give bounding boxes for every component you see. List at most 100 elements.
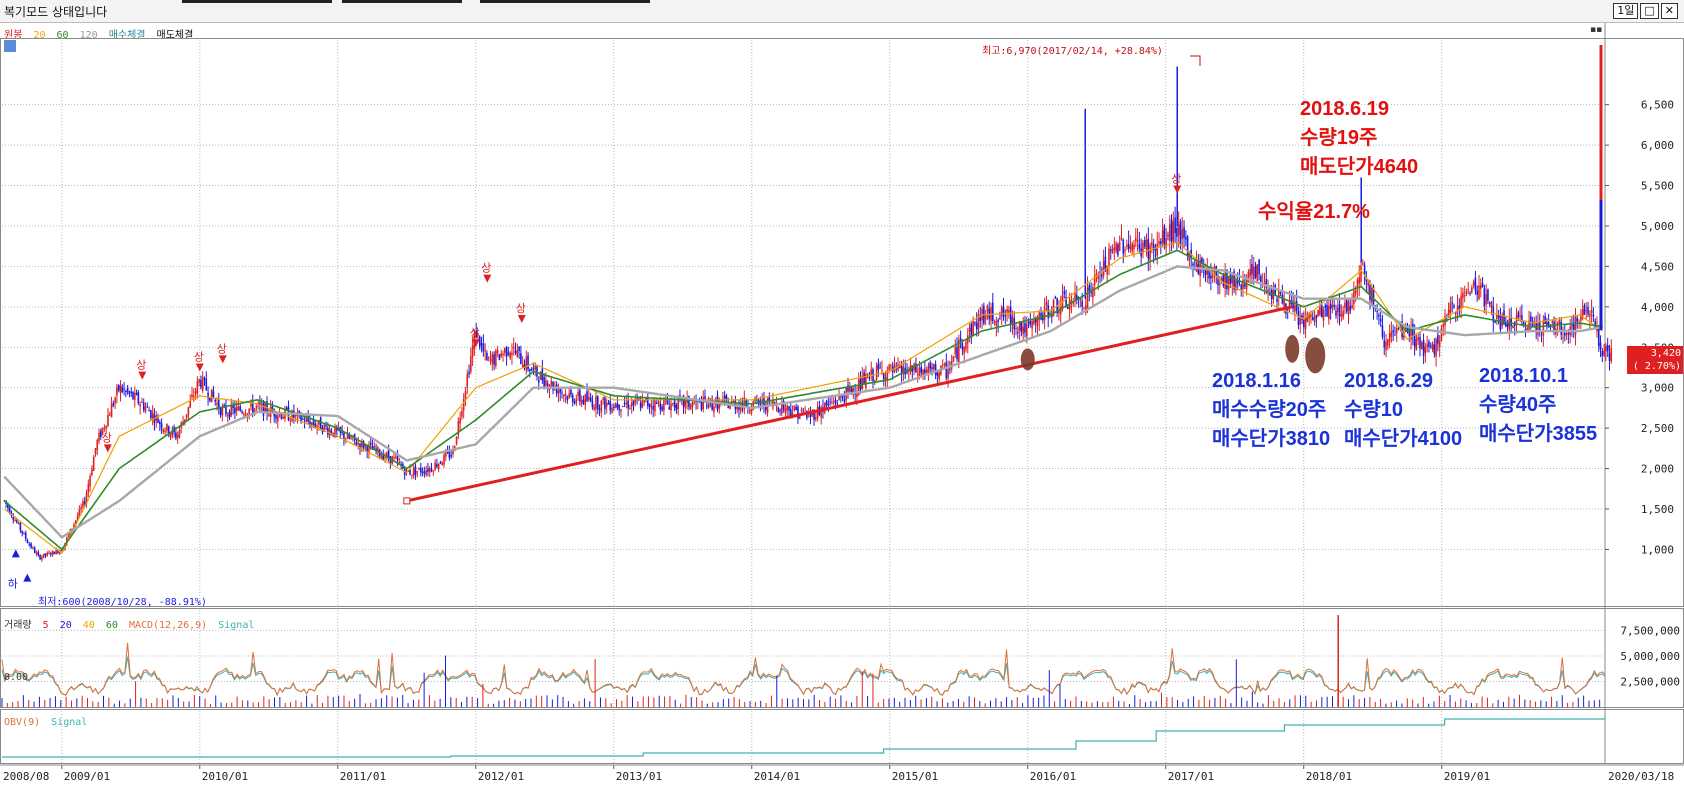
candle-body (1608, 352, 1611, 361)
candle-body (1102, 260, 1105, 276)
candle-body (566, 396, 569, 401)
y-tick-label: 6,000 (1641, 139, 1674, 152)
candle-body (1563, 332, 1566, 336)
candle-body (1610, 348, 1613, 362)
candle-body (33, 548, 36, 553)
candle-body (920, 366, 923, 373)
candle-body (19, 522, 22, 531)
candle-body (1340, 314, 1343, 317)
candle-body (1606, 345, 1609, 352)
candle-body (579, 390, 581, 402)
candle-body (1519, 315, 1521, 317)
candle-body (924, 369, 926, 374)
candle-body (1004, 315, 1007, 317)
candle-body (1383, 340, 1386, 348)
candle-body (228, 411, 231, 418)
candle-body (916, 373, 919, 376)
candle-body (573, 401, 576, 403)
candle-body (1603, 350, 1605, 356)
x-tick-label: 2015/01 (892, 770, 938, 783)
candle-body (1104, 256, 1107, 270)
candle-body (1181, 229, 1184, 240)
candle-body (938, 372, 940, 380)
candle-body (623, 403, 626, 405)
candle-body (28, 544, 31, 546)
candle-body (350, 437, 352, 439)
candle-body (35, 553, 38, 555)
x-tick-label: 2019/01 (1444, 770, 1490, 783)
candle-body (922, 370, 924, 375)
candle-body (178, 429, 181, 438)
candle-body (123, 388, 125, 390)
candle-body (1347, 301, 1350, 315)
candle-body (1063, 291, 1066, 295)
candle-body (17, 522, 20, 524)
candle-body (201, 376, 204, 391)
candle-body (466, 374, 469, 388)
candle-body (1360, 265, 1362, 282)
candle-body (126, 387, 129, 393)
candle-body (1592, 314, 1595, 317)
candle-body (1490, 302, 1493, 308)
candle-body (918, 368, 921, 378)
candle-body (491, 354, 494, 364)
candle-body (1025, 323, 1028, 337)
candle-body (141, 402, 143, 404)
candle-body (487, 357, 490, 359)
candle-body (868, 377, 871, 379)
candle-body (512, 346, 515, 349)
candle-body (941, 364, 944, 366)
candle-body (1008, 310, 1010, 313)
candle-body (427, 468, 429, 472)
candle-body (146, 406, 149, 408)
candle-body (1601, 350, 1604, 357)
candle-body (276, 415, 279, 422)
candle-body (559, 388, 562, 393)
candle-body (934, 364, 937, 375)
candle-body (289, 420, 292, 422)
candle-body (14, 520, 16, 522)
candle-body (1267, 289, 1269, 292)
candle-body (302, 418, 304, 420)
candle-body (436, 463, 438, 467)
profit-annotation: 수익율21.7% (1258, 201, 1370, 223)
candle-body (1161, 230, 1164, 243)
candle-body (1149, 245, 1151, 261)
candle-body (187, 406, 190, 415)
candle-body (1478, 285, 1480, 300)
candle-body (1442, 324, 1445, 328)
candle-body (393, 457, 395, 459)
candle-body (620, 409, 622, 412)
candle-body (673, 399, 676, 408)
candle-body (609, 401, 612, 411)
candle-body (437, 463, 440, 470)
candle-body (1079, 298, 1082, 301)
candle-body (1170, 219, 1173, 241)
candle-body (863, 372, 865, 385)
candle-body (1160, 241, 1162, 244)
candle-body (241, 411, 243, 413)
candle-body (355, 442, 358, 445)
candle-body (1244, 284, 1246, 287)
candle-body (668, 406, 671, 410)
candle-body (480, 343, 483, 345)
candle-body (327, 427, 329, 435)
candle-body (1249, 268, 1251, 277)
candle-body (1335, 310, 1337, 316)
candle-body (55, 549, 57, 555)
candle-body (779, 410, 781, 412)
candle-body (1435, 339, 1437, 357)
candle-body (1333, 304, 1335, 307)
candle-body (139, 404, 141, 407)
candle-body (847, 385, 849, 392)
candle-body (80, 507, 82, 510)
candle-body (1195, 261, 1198, 272)
candle-body (1043, 307, 1046, 321)
candle-body (700, 401, 703, 410)
candle-body (83, 501, 86, 505)
candle-body (1394, 334, 1396, 336)
candle-body (1134, 238, 1137, 241)
x-tick-label: 2008/08 (3, 770, 49, 783)
candle-body (325, 425, 327, 427)
candle-body (954, 347, 957, 355)
